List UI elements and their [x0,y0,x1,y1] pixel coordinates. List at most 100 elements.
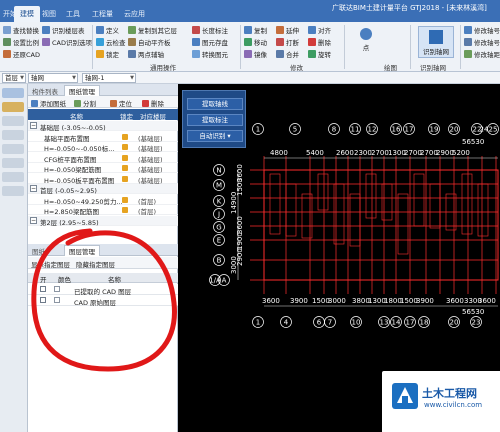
nav-tool[interactable] [2,158,24,168]
cloud-check-button[interactable]: 云检查 [96,37,126,47]
wall-outline [461,173,473,235]
tree-drawing-row[interactable]: H=-0.050~49.250剪力... (首层) [28,195,178,206]
set-scale-button[interactable]: 设置比例 [3,37,39,47]
move-icon [244,38,252,46]
point-draw-button[interactable]: 点 [360,28,372,52]
save-elements-button[interactable]: 图元存盘 [192,37,228,47]
delete-button[interactable]: 删除 [308,37,331,47]
tree-group-row[interactable]: − 基础层 (-3.05~-0.05) [28,121,178,132]
define-icon [96,26,104,34]
collapse-icon[interactable]: − [30,122,37,129]
lock-button[interactable]: 锁定 [96,49,119,59]
convert-elements-button[interactable]: 转换图元 [192,49,228,59]
copy-to-floors-button[interactable]: 复制到其它层 [128,25,177,35]
restore-cad-button[interactable]: 还原CAD [3,49,40,59]
tab-cloud[interactable]: 云应用 [124,9,145,19]
top-axis-label: 17 [405,126,414,134]
split-button[interactable]: 分割 [74,98,96,108]
auto-level-slab-button[interactable]: 自动平齐板 [128,37,171,47]
lock-icon[interactable] [122,196,128,203]
tree-drawing-row[interactable]: H=-0.050板平面布置图 (基础层) [28,174,178,185]
lock-icon[interactable] [122,165,128,171]
wall-outline [301,193,313,239]
tree-row-floor: (基础层) [138,176,163,185]
rotate-button[interactable]: 旋转 [308,49,331,59]
nav-tool[interactable] [2,172,24,182]
left-dimension-value: 1900 [236,232,244,250]
tree-drawing-row[interactable]: H=-0.050~-0.050标... (基础层) [28,142,178,153]
break-button[interactable]: 打断 [276,37,299,47]
site-logo-icon [392,383,418,409]
nav-tool[interactable] [2,88,24,98]
align-button[interactable]: 对齐 [308,25,331,35]
auto-identify-button[interactable]: 自动识别 ▾ [187,130,243,142]
collapse-icon[interactable]: − [30,185,37,192]
extend-button[interactable]: 延伸 [276,25,299,35]
modify-axis-number-button[interactable]: 修改轴号 [464,37,500,47]
top-axis-label: 19 [430,126,439,134]
define-button[interactable]: 定义 [96,25,119,35]
lock-icon[interactable] [122,133,128,140]
identify-axis-button[interactable]: 识别轴网 [418,26,454,58]
identify-floor-table-button[interactable]: 识别楼层表 [42,25,85,35]
bottom-total-dimension: 56530 [462,308,484,316]
app-window: 开始 建模 视图 工具 工程量 云应用 广联达BIM土建计量平台 GTJ2018… [0,0,500,432]
merge-button[interactable]: 合并 [276,49,299,59]
find-replace-button[interactable]: 查找替换 [3,25,39,35]
lock-icon[interactable] [122,207,128,213]
element-select[interactable]: 轴网-1 ▼ [82,73,136,83]
add-icon [31,99,38,107]
nav-tool[interactable] [2,102,24,112]
nav-tool[interactable] [2,186,24,196]
locate-button[interactable]: 定位 [110,98,132,108]
top-dimension-value: 2700 [371,149,389,157]
tab-view[interactable]: 视图 [42,9,56,19]
top-dimension-value: 5200 [452,149,470,157]
tab-modeling[interactable]: 建模 [14,6,40,22]
top-axis-label: 20 [450,126,459,134]
move-button[interactable]: 移动 [244,37,267,47]
wall-outline [381,183,393,221]
tree-drawing-row[interactable]: CFG桩平面布置图 (基础层) [28,153,178,164]
floor-select[interactable]: 首层 ▼ [2,73,26,83]
tree-drawing-row[interactable]: H=2.850梁配筋图 (首层) [28,205,178,216]
lock-icon[interactable] [122,175,128,182]
modify-axis-spacing-button[interactable]: 修改轴距 [464,49,500,59]
delete-icon [142,99,149,107]
nav-tool[interactable] [2,144,24,154]
tree-drawing-row[interactable]: H=-0.050梁配筋图 (基础层) [28,163,178,174]
left-axis-label: E [217,237,221,245]
add-drawing-button[interactable]: 添加图纸 [31,98,66,108]
bottom-axis-label: 4 [284,319,289,327]
tree-group-row[interactable]: − 首层 (-0.05~2.95) [28,184,178,195]
cad-options-button[interactable]: CAD识别选项 [42,37,92,47]
modify-axis-position-button[interactable]: 修改轴号位置 [464,25,500,35]
drawing-management-panel: 构件列表 图纸管理 添加图纸 分割 定位 删除 名称 锁定 对应楼层 − 基础层 … [28,84,178,432]
bottom-dimension-value: 3900 [290,297,308,305]
tab-drawing-management[interactable]: 图纸管理 [64,85,100,96]
table-icon [42,26,50,34]
lock-icon[interactable] [122,144,128,150]
lock-icon[interactable] [122,154,128,161]
left-axis-label: M [216,182,222,190]
top-axis-label: 1 [256,126,260,134]
copy-button[interactable]: 复制 [244,25,267,35]
wall-outline [397,193,409,255]
annotation-circle [31,228,177,372]
tree-drawing-row[interactable]: 基础平面布置图 (基础层) [28,132,178,143]
nav-tool[interactable] [2,116,24,126]
tab-component-list[interactable]: 构件列表 [32,86,58,96]
delete-drawing-button[interactable]: 删除 [142,98,164,108]
nav-tool[interactable] [2,130,24,140]
top-axis-label: 16 [392,126,401,134]
two-point-axis-button[interactable]: 两点辅轴 [128,49,164,59]
tab-tools[interactable]: 工具 [66,9,80,19]
extend-icon [276,26,284,34]
length-dimension-button[interactable]: 长度标注 [192,25,228,35]
mirror-button[interactable]: 镜像 [244,49,267,59]
category-select[interactable]: 轴网 ▼ [28,73,78,83]
extract-axis-button[interactable]: 提取轴线 [187,98,243,110]
tab-quantity[interactable]: 工程量 [92,9,113,19]
left-axis-label: K [217,198,222,206]
extract-dimension-button[interactable]: 提取标注 [187,114,243,126]
